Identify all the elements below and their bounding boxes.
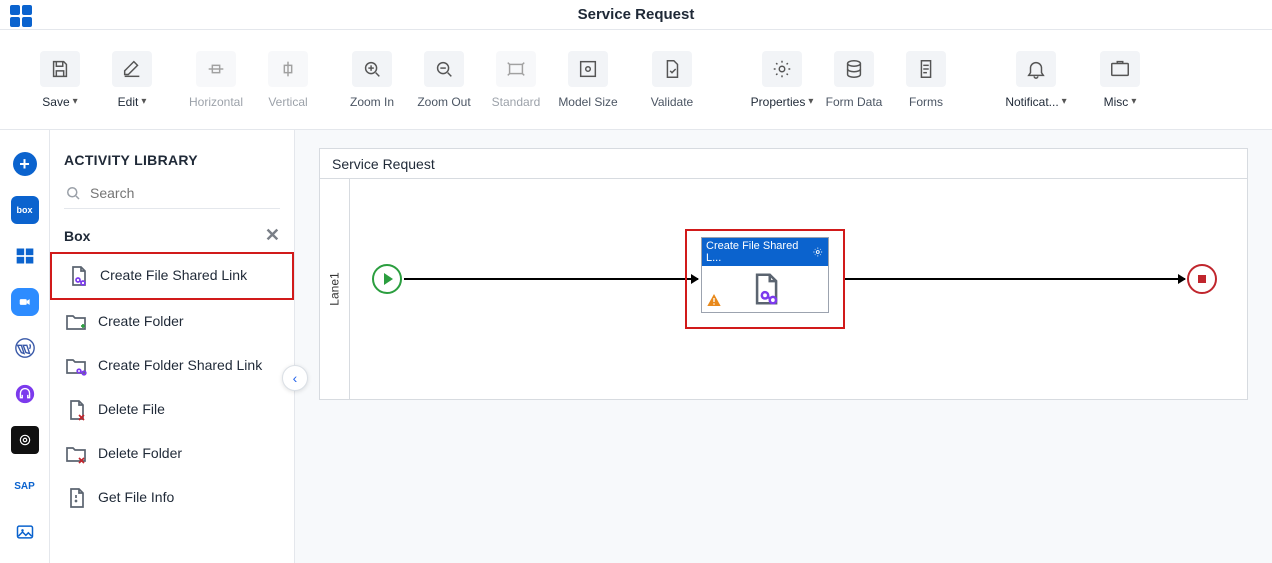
chevron-left-icon: ‹ [293,370,298,386]
gear-icon [771,58,793,80]
activity-label: Create Folder Shared Link [98,357,262,375]
search-input[interactable] [90,185,280,201]
folder-plus-icon [64,310,88,334]
file-info-icon [64,486,88,510]
target-icon [18,433,32,447]
save-icon [49,58,71,80]
flow-edge[interactable] [404,278,698,280]
swimlane-header[interactable]: Lane1 [320,179,350,399]
sidebar-item-box[interactable]: box [11,196,39,224]
forms-icon [915,58,937,80]
align-vertical-icon [277,58,299,80]
process-canvas[interactable]: Service Request Lane1 Create File Shared… [319,148,1248,400]
headset-icon [14,383,36,405]
misc-button[interactable]: Misc▾ [1090,51,1150,109]
model-size-button[interactable]: Model Size [558,51,618,109]
activity-label: Delete File [98,401,165,419]
sidebar-item-sap[interactable]: SAP [11,472,39,500]
chevron-down-icon: ▾ [141,96,146,107]
activity-label: Delete Folder [98,445,182,463]
align-vertical-button: Vertical [258,51,318,109]
panel-title: ACTIVITY LIBRARY [50,130,294,178]
edit-button[interactable]: Edit▾ [102,51,162,109]
bell-icon [1025,58,1047,80]
activity-create-folder[interactable]: Create Folder [50,300,294,344]
folder-link-icon [64,354,88,378]
app-switcher[interactable] [0,4,40,26]
category-label: Box [64,228,90,244]
zoom-in-button[interactable]: Zoom In [342,51,402,109]
toolbar: Save▾ Edit▾ Horizontal Vertical Zoom In … [0,30,1272,130]
sidebar-item-image[interactable] [11,518,39,546]
activity-label: Get File Info [98,489,174,507]
chevron-down-icon: ▾ [73,96,78,107]
activity-delete-file[interactable]: Delete File [50,388,294,432]
node-title: Create File Shared L... [706,240,812,264]
zoom-out-button[interactable]: Zoom Out [414,51,474,109]
activity-create-folder-shared-link[interactable]: Create Folder Shared Link [50,344,294,388]
file-delete-icon [64,398,88,422]
search-icon [64,184,82,202]
activity-node-create-file-shared-link[interactable]: Create File Shared L... [685,229,845,329]
activity-label: Create File Shared Link [100,267,247,285]
gear-icon[interactable] [812,246,824,258]
align-horizontal-icon [205,58,227,80]
zoom-out-icon [433,58,455,80]
flow-edge[interactable] [845,278,1185,280]
app-grid-icon [9,4,31,26]
sidebar-item-windows[interactable] [11,242,39,270]
video-icon [18,295,32,309]
activity-library-panel: ACTIVITY LIBRARY Box ✕ Create File Share… [50,130,295,563]
page-title: Service Request [40,6,1232,23]
chevron-down-icon: ▾ [1131,96,1136,107]
start-node[interactable] [372,264,402,294]
image-icon [15,522,35,542]
close-category-button[interactable]: ✕ [265,225,280,246]
validate-icon [661,58,683,80]
form-data-button[interactable]: Form Data [824,51,884,109]
wordpress-icon [14,337,36,359]
end-node[interactable] [1187,264,1217,294]
activity-create-file-shared-link[interactable]: Create File Shared Link [50,252,294,300]
standard-zoom-icon [505,58,527,80]
plus-icon: + [13,152,37,176]
standard-zoom-button: Standard [486,51,546,109]
windows-icon [15,246,35,266]
sidebar-item-target[interactable] [11,426,39,454]
sidebar-item-wordpress[interactable] [11,334,39,362]
validate-button[interactable]: Validate [642,51,702,109]
add-integration-button[interactable]: + [11,150,39,178]
activity-get-file-info[interactable]: Get File Info [50,476,294,520]
collapse-panel-button[interactable]: ‹ [282,365,308,391]
notifications-button[interactable]: Notificat...▾ [1006,51,1066,109]
zoom-in-icon [361,58,383,80]
model-size-icon [577,58,599,80]
form-data-icon [843,58,865,80]
canvas-title: Service Request [320,149,1247,179]
folder-delete-icon [64,442,88,466]
activity-label: Create Folder [98,313,184,331]
file-link-icon [746,270,784,308]
forms-button[interactable]: Forms [896,51,956,109]
edit-icon [121,58,143,80]
activity-delete-folder[interactable]: Delete Folder [50,432,294,476]
misc-icon [1109,58,1131,80]
align-horizontal-button: Horizontal [186,51,246,109]
integration-sidebar: + box SAP [0,130,50,563]
sidebar-item-zoom[interactable] [11,288,39,316]
warning-icon [706,292,722,308]
file-link-icon [66,264,90,288]
sidebar-item-headset[interactable] [11,380,39,408]
chevron-down-icon: ▾ [1062,96,1067,107]
save-button[interactable]: Save▾ [30,51,90,109]
properties-button[interactable]: Properties▾ [752,51,812,109]
chevron-down-icon: ▾ [808,96,813,107]
